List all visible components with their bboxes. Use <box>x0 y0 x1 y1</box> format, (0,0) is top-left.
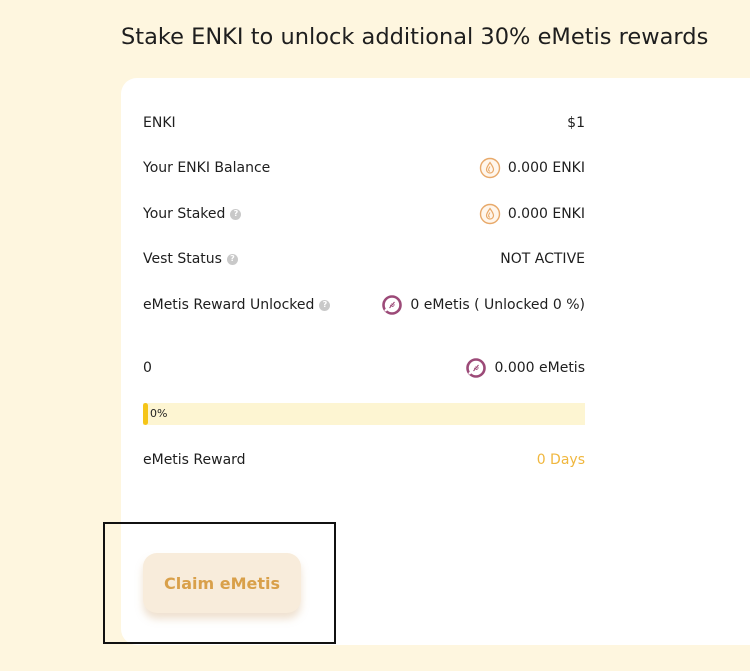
enki-balance-row: Your ENKI Balance 0.000 ENKI <box>143 156 585 180</box>
claim-emetis-button[interactable]: Claim eMetis <box>143 553 301 613</box>
enki-balance-value: 0.000 ENKI <box>507 160 585 176</box>
page-title: Stake ENKI to unlock additional 30% eMet… <box>121 24 709 50</box>
emetis-reward-row: eMetis Reward 0 Days <box>143 448 585 472</box>
enki-price-value: $1 <box>567 115 585 131</box>
staked-label: Your Staked <box>143 206 226 222</box>
progress-fill <box>143 403 148 425</box>
emetis-token-icon <box>382 295 403 315</box>
enki-token-icon <box>479 203 501 225</box>
enki-token-icon <box>479 157 501 179</box>
reward-unlocked-label: eMetis Reward Unlocked <box>143 297 315 313</box>
vesting-progress-bar: 0% <box>143 403 585 425</box>
enki-price-label: ENKI <box>143 115 176 131</box>
emetis-reward-value: 0 Days <box>536 452 585 468</box>
help-icon[interactable]: ? <box>319 299 331 311</box>
amount-label: 0 <box>143 360 152 376</box>
emetis-token-icon <box>466 358 487 378</box>
reward-unlocked-value: 0 eMetis ( Unlocked 0 %) <box>410 297 585 313</box>
amount-row: 0 0.000 eMetis <box>143 356 585 380</box>
help-icon[interactable]: ? <box>230 208 242 220</box>
vest-status-value: NOT ACTIVE <box>500 251 585 267</box>
staked-value: 0.000 ENKI <box>507 206 585 222</box>
enki-price-row: ENKI $1 <box>143 111 585 135</box>
page: Stake ENKI to unlock additional 30% eMet… <box>0 0 750 671</box>
staked-row: Your Staked ? 0.000 ENKI <box>143 202 585 226</box>
help-icon[interactable]: ? <box>226 253 238 265</box>
progress-label: 0% <box>150 407 168 420</box>
vest-status-label: Vest Status <box>143 251 222 267</box>
amount-value: 0.000 eMetis <box>494 360 585 376</box>
emetis-reward-label: eMetis Reward <box>143 452 246 468</box>
enki-balance-label: Your ENKI Balance <box>143 160 271 176</box>
reward-unlocked-row: eMetis Reward Unlocked ? 0 eMetis ( Unlo… <box>143 293 585 317</box>
vest-status-row: Vest Status ? NOT ACTIVE <box>143 247 585 271</box>
